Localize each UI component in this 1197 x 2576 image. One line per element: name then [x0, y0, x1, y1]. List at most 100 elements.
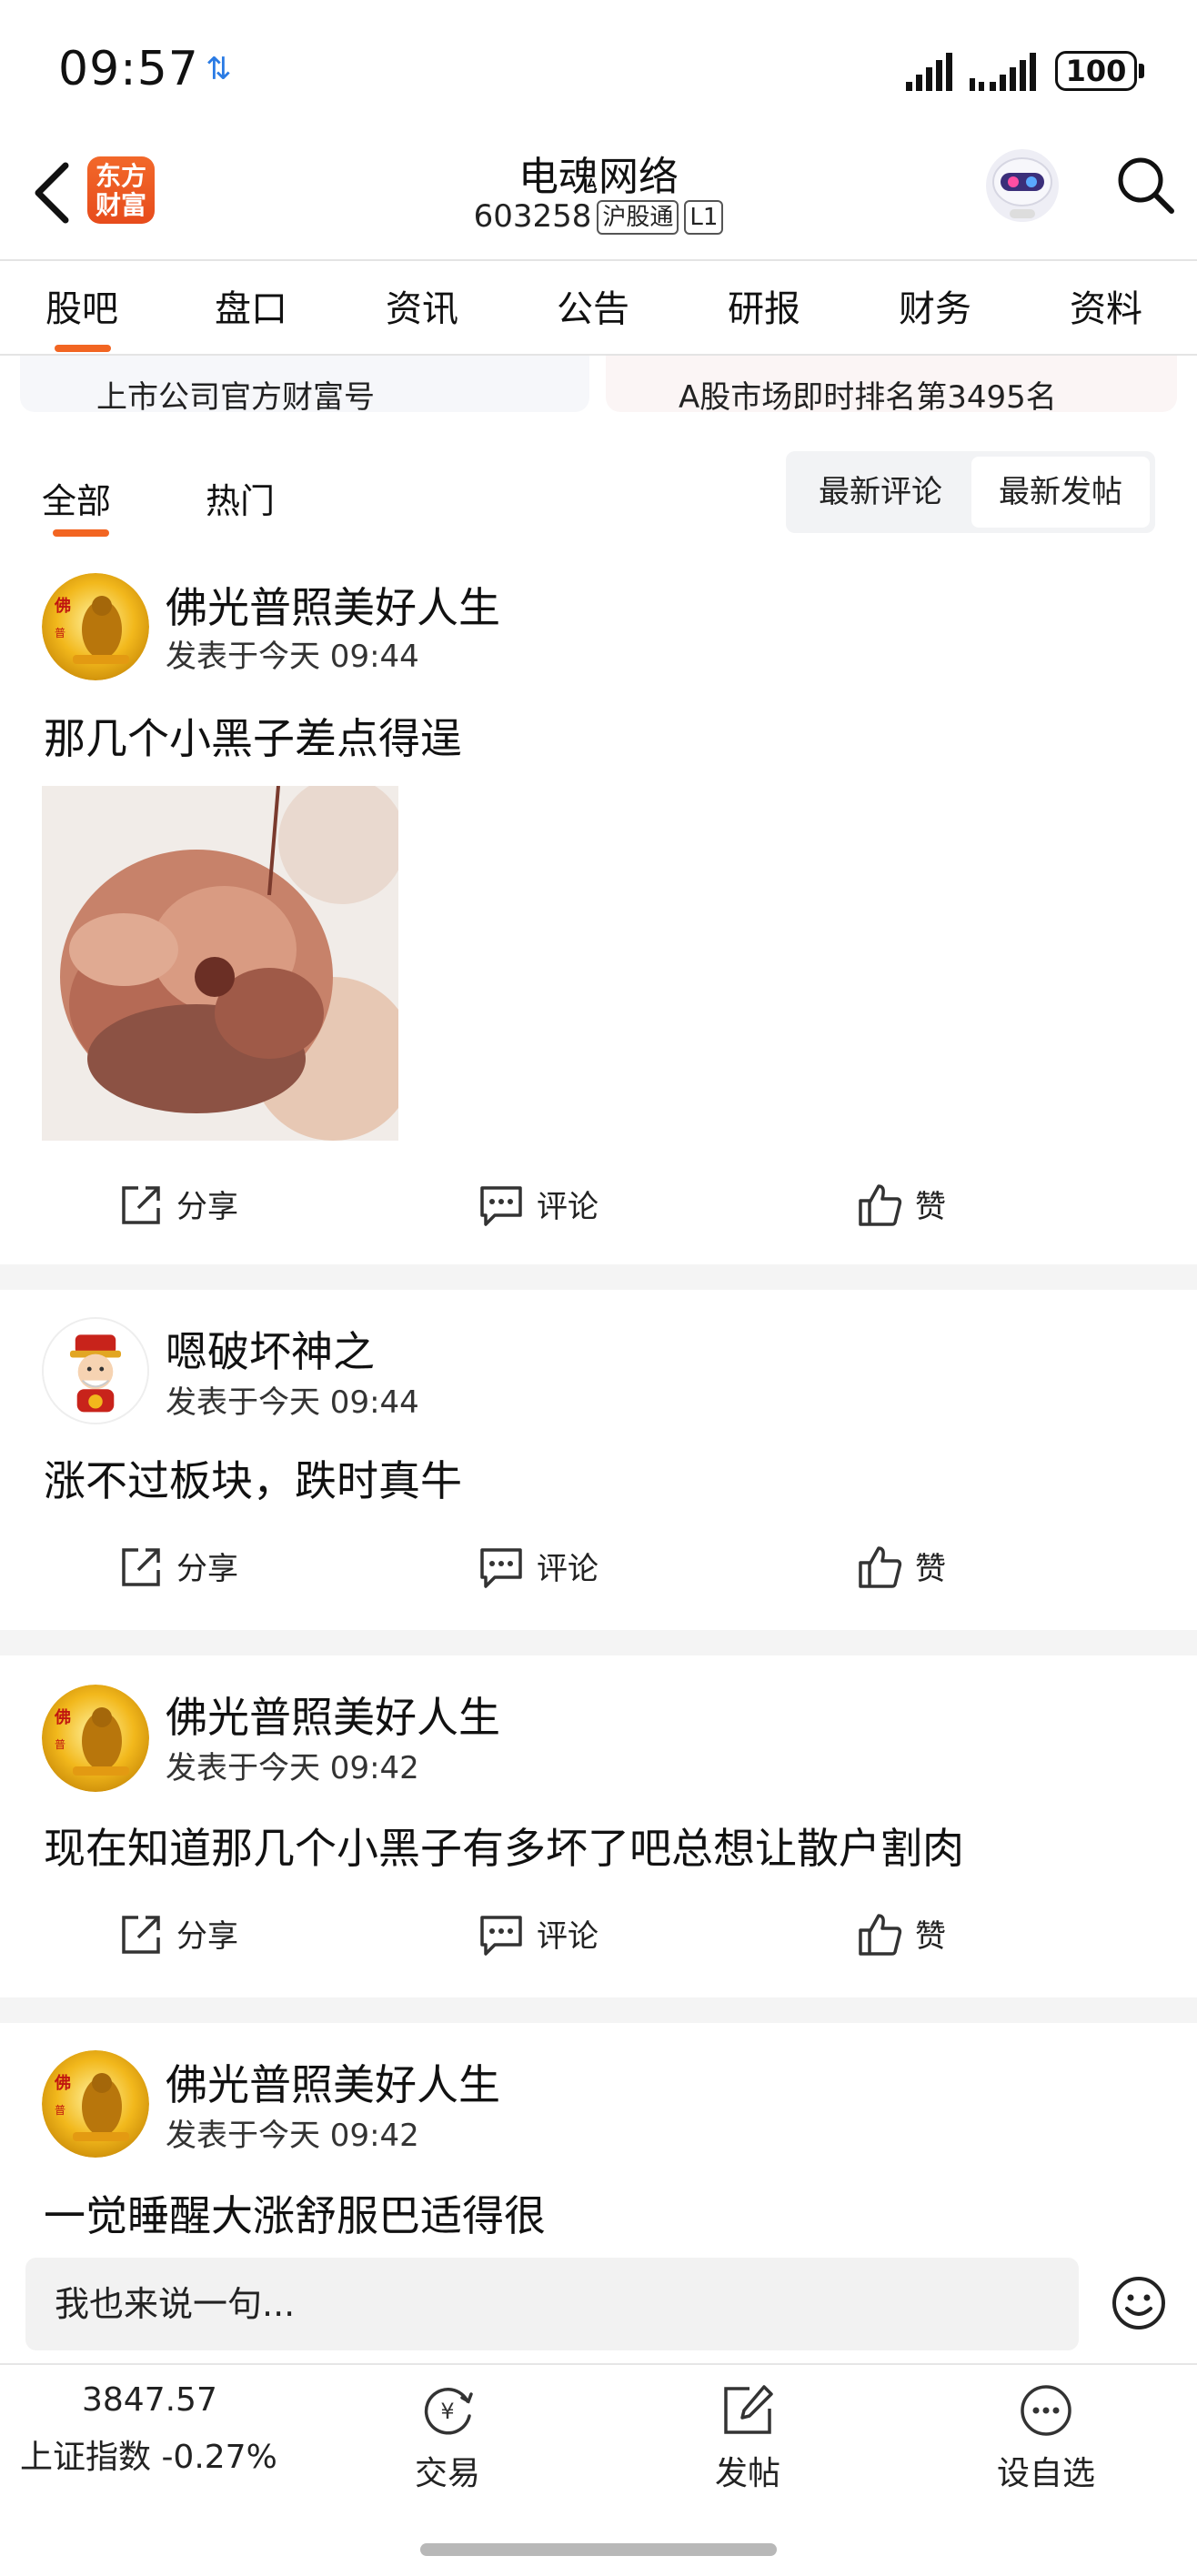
- comment-button[interactable]: 评论: [478, 1537, 606, 1601]
- post-content[interactable]: 涨不过板块，跌时真牛: [44, 1448, 462, 1508]
- post-author[interactable]: 佛光普照美好人生: [166, 1685, 500, 1745]
- index-value[interactable]: 3847.57: [82, 2381, 217, 2419]
- share-icon: [122, 1548, 160, 1586]
- tab-guba[interactable]: 股吧: [45, 279, 118, 332]
- like-label: 赞: [915, 1551, 946, 1587]
- comment-icon: [480, 1186, 522, 1226]
- post-actions: 分享 评论 赞: [0, 1905, 1197, 1968]
- tab-research[interactable]: 研报: [728, 279, 800, 332]
- share-label: 分享: [176, 1918, 238, 1955]
- post-content[interactable]: 一觉睡醒大涨舒服巴适得很: [44, 2183, 546, 2243]
- active-subtab-indicator: [53, 529, 109, 537]
- search-icon[interactable]: [1113, 153, 1177, 216]
- secondary-signal-icon: [970, 53, 1036, 91]
- tab-announcements[interactable]: 公告: [557, 279, 629, 332]
- signal-transfer-icon: ⇅: [206, 51, 232, 87]
- comment-label: 评论: [537, 1551, 598, 1587]
- thumbs-up-icon: [859, 1546, 902, 1588]
- post-time: 发表于今天 09:42: [166, 1750, 419, 1786]
- svg-text:普: 普: [55, 627, 65, 639]
- avatar[interactable]: 佛 普: [42, 2050, 149, 2158]
- ranking-card[interactable]: A股市场即时排名第3495名: [606, 356, 1177, 416]
- battery-cap: [1139, 64, 1144, 78]
- trade-yuan-icon: ¥: [424, 2388, 473, 2435]
- stock-code: 603258: [473, 198, 592, 235]
- index-change[interactable]: 上证指数 -0.27%: [20, 2430, 277, 2478]
- comment-input[interactable]: 我也来说一句...: [25, 2258, 1079, 2350]
- post-item[interactable]: 佛 普 佛光普照美好人生 发表于今天 09:42 现在知道那几个小黑子有多坏了吧…: [0, 1655, 1197, 1997]
- like-button[interactable]: 赞: [857, 1175, 966, 1239]
- emoji-icon[interactable]: [1112, 2276, 1166, 2330]
- comment-label: 评论: [537, 1918, 598, 1955]
- post-content[interactable]: 现在知道那几个小黑子有多坏了吧总想让散户割肉: [44, 1816, 964, 1876]
- comment-button[interactable]: 评论: [478, 1905, 606, 1968]
- comment-icon: [480, 1548, 522, 1588]
- post-author[interactable]: 佛光普照美好人生: [166, 2052, 500, 2112]
- share-button[interactable]: 分享: [118, 1905, 246, 1968]
- like-button[interactable]: 赞: [857, 1905, 966, 1968]
- like-button[interactable]: 赞: [857, 1537, 966, 1601]
- thumbs-up-icon: [859, 1184, 902, 1226]
- home-indicator[interactable]: [420, 2543, 777, 2556]
- share-button[interactable]: 分享: [118, 1175, 246, 1239]
- share-label: 分享: [176, 1189, 238, 1225]
- post-time: 发表于今天 09:44: [166, 639, 419, 675]
- tab-profile[interactable]: 资料: [1070, 279, 1142, 332]
- like-label: 赞: [915, 1918, 946, 1955]
- post-actions: 分享 评论 赞: [0, 1537, 1197, 1601]
- post-image-flowers[interactable]: [42, 786, 398, 1141]
- status-bar: 09:57 ⇅ 100: [0, 0, 1197, 136]
- sort-toggle: 最新评论 最新发帖: [786, 451, 1155, 533]
- connect-tag: 沪股通: [597, 200, 679, 235]
- status-time: 09:57: [58, 42, 199, 96]
- post-item[interactable]: 嗯破坏神之 发表于今天 09:44 涨不过板块，跌时真牛 分享 评论 赞: [0, 1290, 1197, 1628]
- share-button[interactable]: 分享: [118, 1537, 246, 1601]
- main-tabs: 股吧 盘口 资讯 公告 研报 财务 资料: [0, 259, 1197, 356]
- cellular-signal-icon: [906, 53, 952, 91]
- edit-post-icon: [724, 2385, 773, 2434]
- more-options-icon: [1021, 2385, 1071, 2436]
- official-account-card[interactable]: 上市公司官方财富号: [20, 356, 589, 416]
- nav-watchlist[interactable]: 设自选: [973, 2381, 1119, 2494]
- post-divider: [0, 1630, 1197, 1655]
- svg-text:普: 普: [55, 1738, 65, 1751]
- post-author[interactable]: 佛光普照美好人生: [166, 575, 500, 635]
- thumbs-up-icon: [859, 1914, 902, 1956]
- share-label: 分享: [176, 1551, 238, 1587]
- ranking-text: A股市场即时排名第3495名: [679, 379, 1057, 416]
- info-strip: 上市公司官方财富号 A股市场即时排名第3495名: [0, 356, 1197, 416]
- subtab-all[interactable]: 全部: [42, 473, 111, 523]
- post-time: 发表于今天 09:44: [166, 1384, 419, 1421]
- nav-trade-label: 交易: [414, 2455, 480, 2492]
- post-actions: 分享 评论 赞: [0, 1175, 1197, 1239]
- nav-post[interactable]: 发帖: [675, 2381, 820, 2494]
- level-tag: L1: [684, 200, 724, 235]
- ai-assistant-icon[interactable]: [982, 146, 1062, 226]
- svg-text:¥: ¥: [440, 2399, 454, 2424]
- post-filter-bar: 全部 热门 最新评论 最新发帖: [0, 446, 1197, 546]
- post-content[interactable]: 那几个小黑子差点得逞: [44, 706, 462, 766]
- comment-button[interactable]: 评论: [478, 1175, 606, 1239]
- post-divider: [0, 1264, 1197, 1290]
- post-author[interactable]: 嗯破坏神之: [166, 1319, 375, 1379]
- sort-latest-comment[interactable]: 最新评论: [791, 457, 970, 528]
- nav-watchlist-label: 设自选: [996, 2455, 1095, 2492]
- comment-icon: [480, 1916, 522, 1956]
- post-item[interactable]: 佛 普 佛光普照美好人生 发表于今天 09:44 那几个小黑子差点得逞 分享 评…: [0, 557, 1197, 1263]
- share-icon: [122, 1186, 160, 1224]
- subtab-hot[interactable]: 热门: [206, 473, 275, 523]
- tab-finance[interactable]: 财务: [899, 279, 971, 332]
- nav-trade[interactable]: ¥ 交易: [375, 2381, 520, 2494]
- post-time: 发表于今天 09:42: [166, 2118, 419, 2154]
- tab-news[interactable]: 资讯: [386, 279, 458, 332]
- tab-pankou[interactable]: 盘口: [215, 279, 287, 332]
- active-tab-indicator: [55, 345, 111, 352]
- sort-latest-post[interactable]: 最新发帖: [971, 457, 1150, 528]
- nav-post-label: 发帖: [714, 2455, 780, 2492]
- avatar[interactable]: [42, 1317, 149, 1424]
- post-item[interactable]: 佛 普 佛光普照美好人生 发表于今天 09:42 一觉睡醒大涨舒服巴适得很: [0, 2023, 1197, 2254]
- avatar[interactable]: 佛 普: [42, 1685, 149, 1792]
- avatar[interactable]: 佛 普: [42, 573, 149, 680]
- svg-text:佛: 佛: [54, 1707, 71, 1727]
- svg-text:佛: 佛: [54, 2073, 71, 2093]
